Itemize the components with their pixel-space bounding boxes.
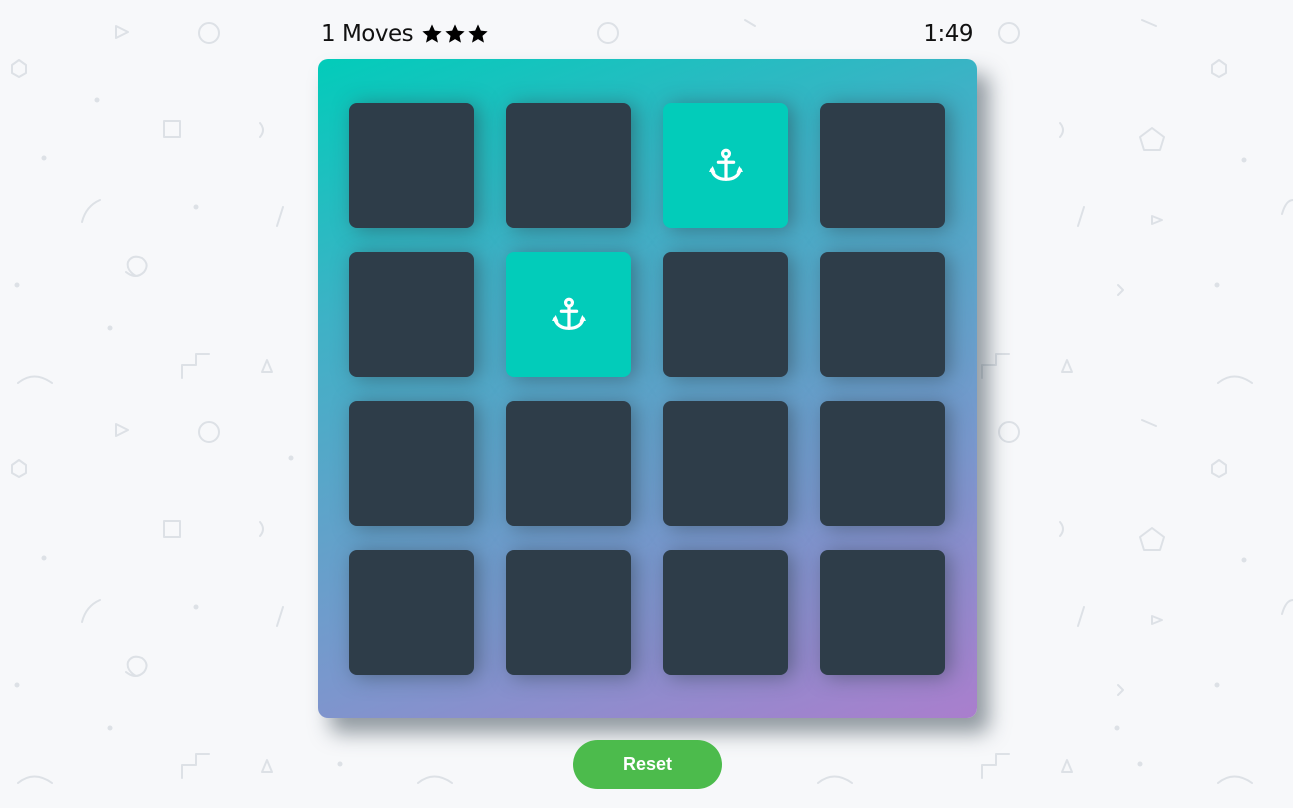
card[interactable]: [349, 252, 474, 377]
anchor-icon: [551, 297, 586, 330]
star-icon: [422, 24, 442, 43]
card[interactable]: [506, 103, 631, 228]
star-rating: [421, 23, 489, 45]
card[interactable]: [820, 550, 945, 675]
card[interactable]: [663, 252, 788, 377]
timer: 1:49: [923, 21, 973, 47]
card[interactable]: [663, 401, 788, 526]
star-icon: [468, 24, 488, 43]
moves-counter: 1 Moves: [321, 21, 489, 47]
card[interactable]: [820, 103, 945, 228]
star-icon: [445, 24, 465, 43]
reset-button[interactable]: Reset: [573, 740, 722, 789]
card[interactable]: [663, 550, 788, 675]
card-deck: [318, 59, 977, 718]
card[interactable]: [349, 103, 474, 228]
card[interactable]: [820, 252, 945, 377]
card[interactable]: [506, 550, 631, 675]
card[interactable]: [349, 401, 474, 526]
card[interactable]: [349, 550, 474, 675]
card[interactable]: [506, 252, 631, 377]
moves-label: 1 Moves: [321, 21, 414, 47]
anchor-icon: [708, 148, 743, 181]
card[interactable]: [506, 401, 631, 526]
score-panel: 1 Moves 1:49: [321, 20, 973, 54]
card[interactable]: [663, 103, 788, 228]
card[interactable]: [820, 401, 945, 526]
